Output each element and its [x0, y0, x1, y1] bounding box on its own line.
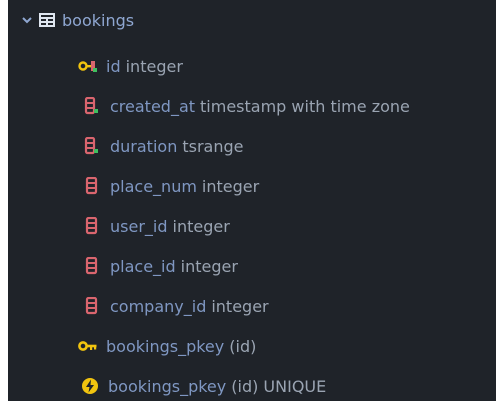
- column-icon: [82, 216, 102, 236]
- key-name: bookings_pkey: [106, 336, 225, 356]
- tree-node-table-bookings[interactable]: bookings: [20, 5, 134, 35]
- column-type: integer: [172, 216, 230, 236]
- not-null-column-icon: [82, 136, 102, 156]
- tree-node-column-created_at[interactable]: created_at timestamp with time zone: [82, 91, 410, 121]
- table-grid-icon: [38, 10, 56, 30]
- key-icon: [78, 336, 98, 356]
- column-type: timestamp with time zone: [200, 96, 410, 116]
- column-name: company_id: [110, 296, 207, 316]
- index-detail: (id) UNIQUE: [231, 376, 327, 396]
- chevron-down-icon[interactable]: [20, 10, 34, 30]
- database-tree-panel: bookings id integer created_at timestamp…: [8, 0, 496, 401]
- index-lightning-icon: [80, 376, 100, 396]
- primary-key-column-icon: [78, 56, 98, 76]
- tree-node-column-company_id[interactable]: company_id integer: [82, 291, 269, 321]
- column-icon: [82, 176, 102, 196]
- column-name: place_num: [110, 176, 197, 196]
- table-name: bookings: [62, 10, 135, 30]
- column-icon: [82, 296, 102, 316]
- index-name: bookings_pkey: [108, 376, 227, 396]
- key-detail: (id): [229, 336, 257, 356]
- column-name: place_id: [110, 256, 176, 276]
- tree-node-key-bookings_pkey[interactable]: bookings_pkey (id): [78, 331, 256, 361]
- tree-node-column-id[interactable]: id integer: [78, 51, 183, 81]
- column-type: tsrange: [182, 136, 244, 156]
- tree-node-column-user_id[interactable]: user_id integer: [82, 211, 230, 241]
- column-name: user_id: [110, 216, 168, 236]
- not-null-column-icon: [82, 96, 102, 116]
- column-name: duration: [110, 136, 178, 156]
- tree-node-column-place_num[interactable]: place_num integer: [82, 171, 259, 201]
- column-name: created_at: [110, 96, 196, 116]
- column-name: id: [106, 56, 121, 76]
- column-type: integer: [180, 256, 238, 276]
- column-icon: [82, 256, 102, 276]
- column-type: integer: [201, 176, 260, 196]
- column-type: integer: [211, 296, 269, 316]
- column-type: integer: [125, 56, 183, 76]
- tree-node-column-duration[interactable]: duration tsrange: [82, 131, 243, 161]
- tree-node-column-place_id[interactable]: place_id integer: [82, 251, 238, 281]
- tree-node-index-bookings_pkey[interactable]: bookings_pkey (id) UNIQUE: [80, 371, 326, 401]
